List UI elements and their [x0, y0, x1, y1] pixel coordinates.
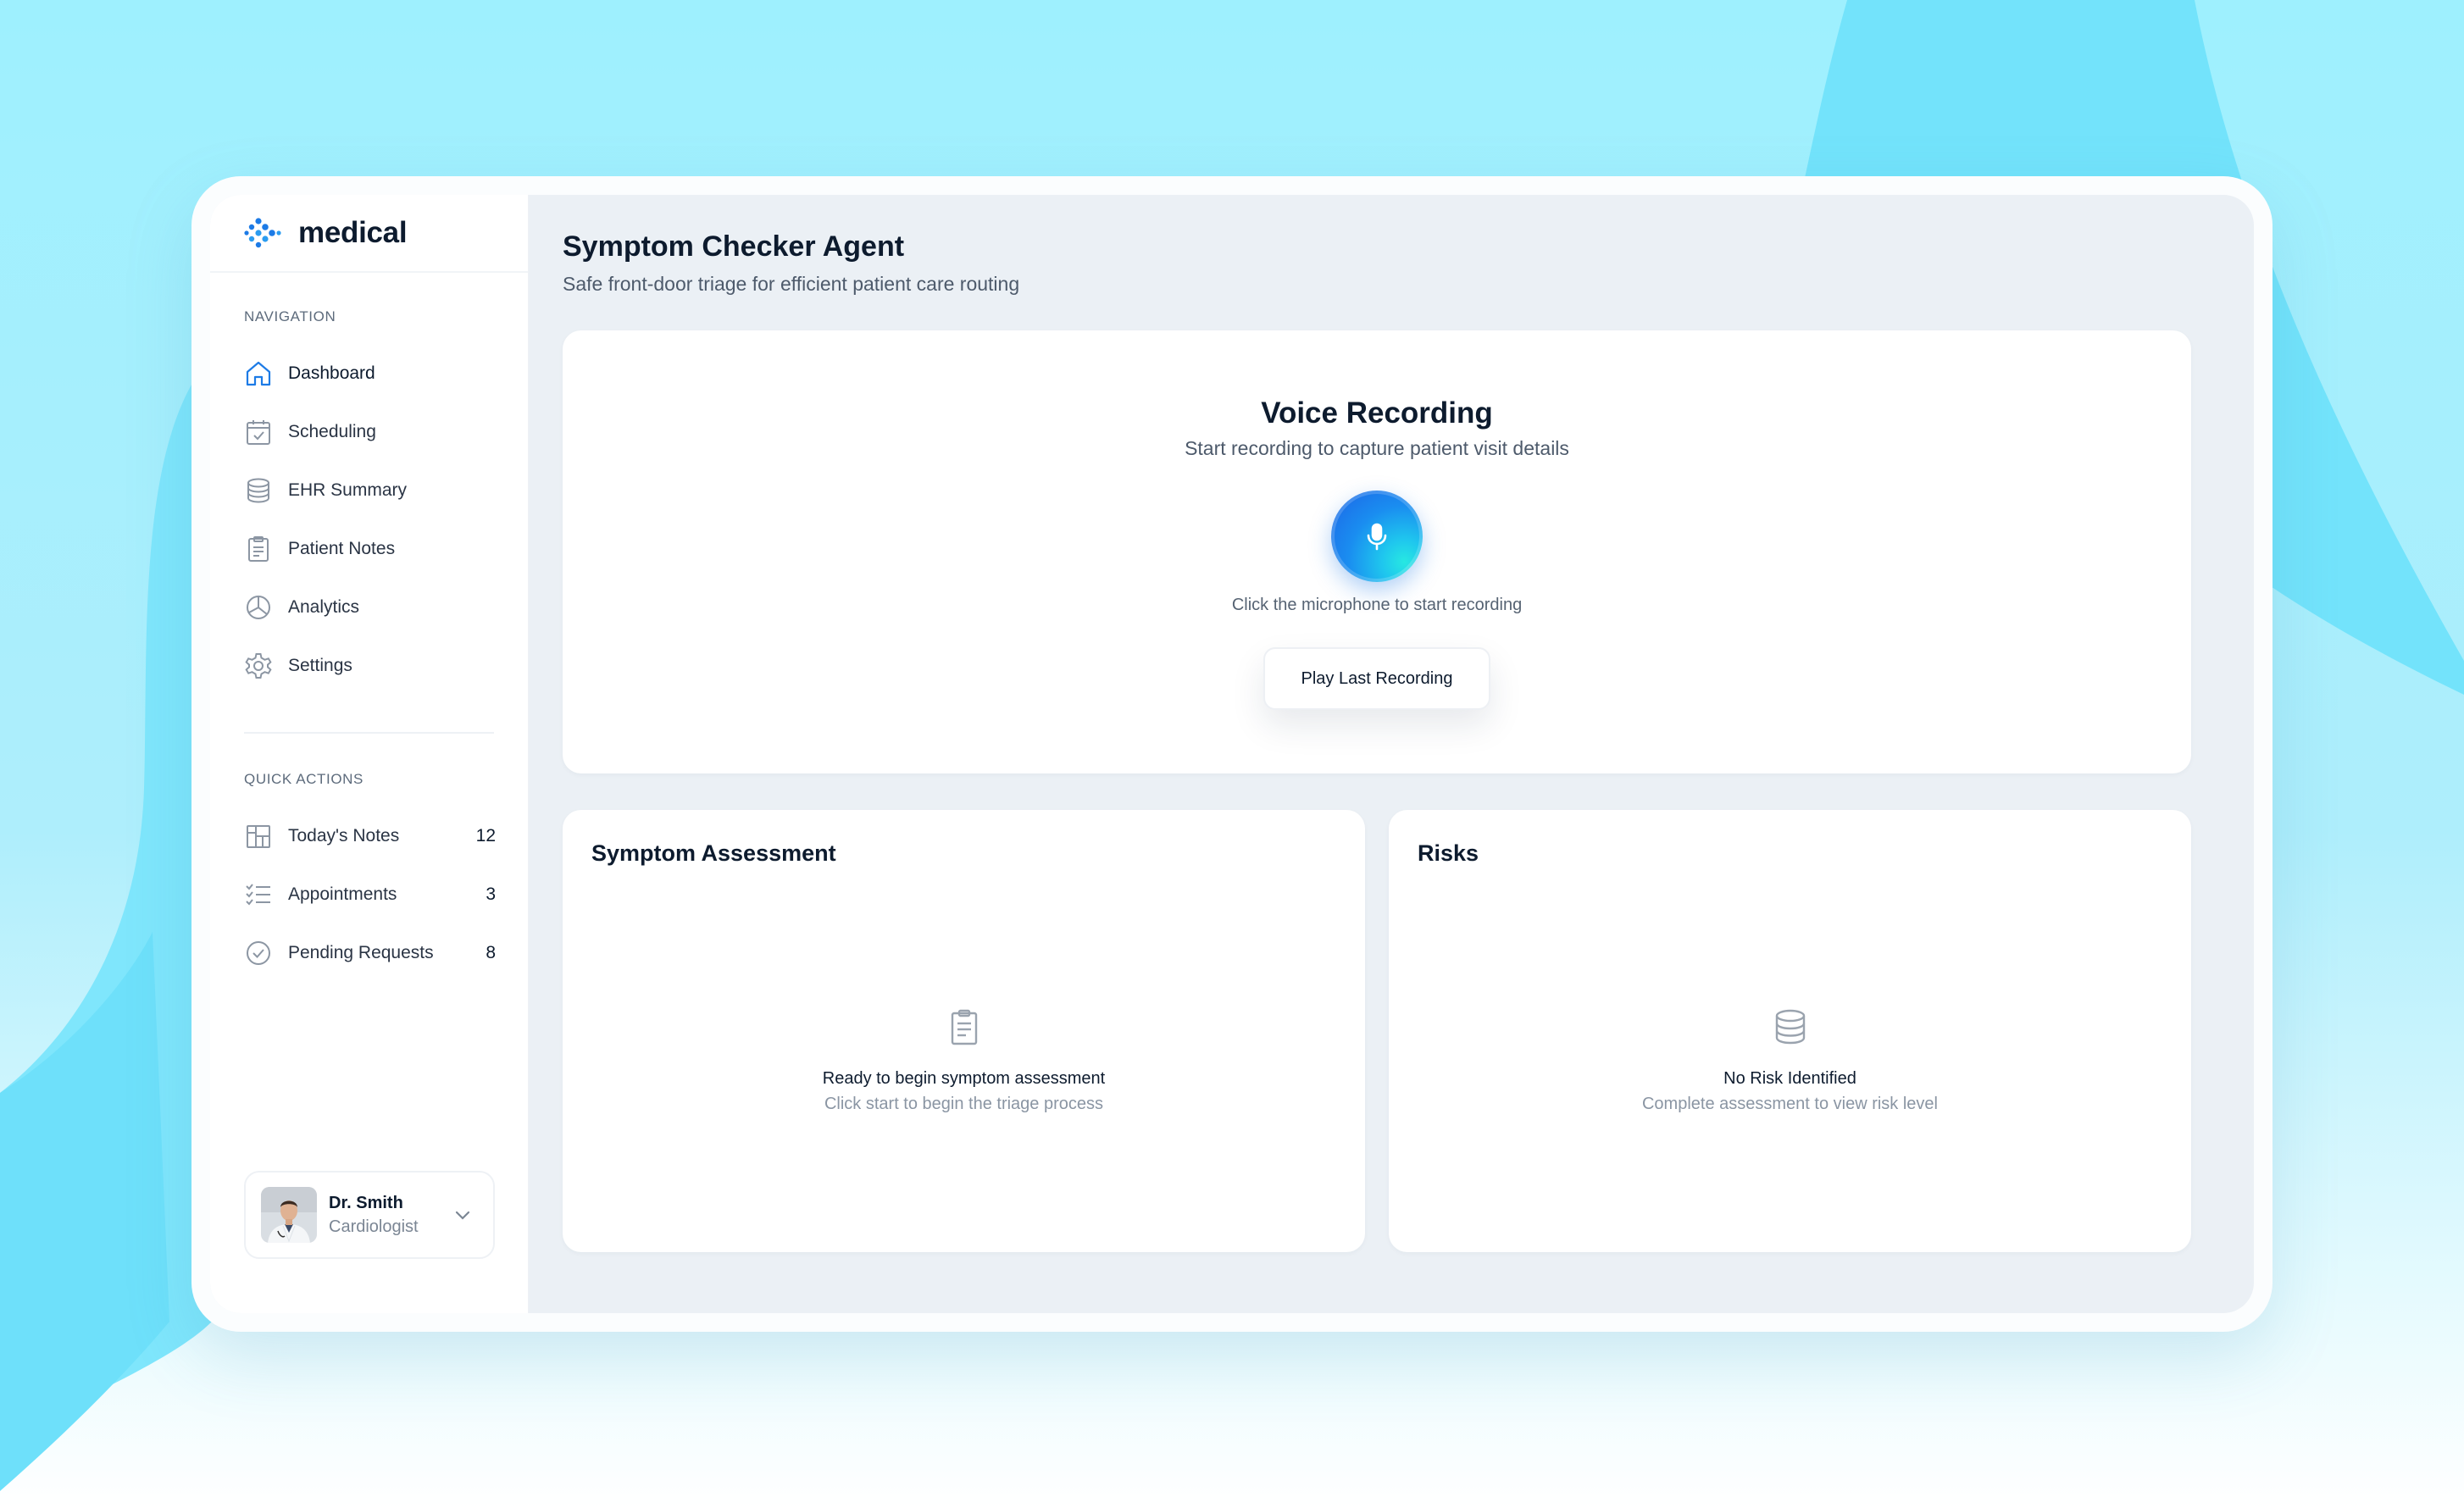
layout-icon	[247, 824, 270, 848]
calendar-check-icon	[247, 419, 270, 445]
risks-empty-subtitle: Complete assessment to view risk level	[1641, 1095, 1938, 1113]
voice-recording-card: Voice Recording Start recording to captu…	[563, 330, 2191, 773]
sidebar-item-label: Analytics	[288, 596, 360, 617]
user-info: Dr. Smith Cardiologist	[329, 1194, 451, 1237]
microphone-button[interactable]	[1331, 491, 1423, 582]
navigation: Dashboard Scheduling EHR Summary Patient…	[210, 344, 528, 695]
sidebar-item-label: EHR Summary	[288, 480, 408, 500]
gear-icon	[245, 652, 272, 679]
sidebar-item-label: Settings	[288, 655, 352, 675]
sidebar-item-analytics[interactable]: Analytics	[210, 578, 528, 636]
quick-action-appointments[interactable]: Appointments 3	[210, 865, 528, 923]
clipboard-icon	[248, 535, 269, 562]
device-frame: medical NAVIGATION Dashboard Scheduling …	[191, 176, 2273, 1332]
dots-logo-icon	[244, 218, 281, 248]
sidebar-divider	[244, 732, 494, 734]
clipboard-icon	[951, 1009, 977, 1045]
database-icon	[1775, 1009, 1805, 1045]
symptom-assessment-card: Symptom Assessment Ready to begin sympto…	[563, 810, 1365, 1252]
avatar	[261, 1187, 317, 1243]
quick-actions: Today's Notes 12 Appointments 3 Pending …	[210, 807, 528, 982]
sidebar-item-dashboard[interactable]: Dashboard	[210, 344, 528, 402]
sidebar-item-settings[interactable]: Settings	[210, 636, 528, 695]
risks-empty-title: No Risk Identified	[1723, 1069, 1856, 1088]
risks-card: Risks No Risk Identified Complete assess…	[1389, 810, 2191, 1252]
sidebar: medical NAVIGATION Dashboard Scheduling …	[210, 195, 529, 1313]
page-subtitle: Safe front-door triage for efficient pat…	[563, 273, 1020, 295]
user-name: Dr. Smith	[329, 1193, 403, 1212]
quick-action-count: 8	[486, 942, 496, 962]
assessment-empty-subtitle: Click start to begin the triage process	[824, 1095, 1104, 1113]
database-icon	[247, 478, 269, 503]
sidebar-item-label: Patient Notes	[288, 538, 396, 558]
quick-action-count: 12	[475, 825, 496, 845]
brand-name: medical	[298, 216, 408, 249]
voice-recording-subtitle: Start recording to capture patient visit…	[1185, 437, 1569, 459]
assessment-empty-title: Ready to begin symptom assessment	[822, 1069, 1106, 1088]
pie-chart-icon	[247, 595, 270, 619]
sidebar-item-label: Dashboard	[288, 363, 375, 383]
quick-action-label: Appointments	[288, 884, 397, 904]
chevron-down-icon	[455, 1211, 470, 1220]
home-icon	[246, 361, 271, 385]
sidebar-item-patient-notes[interactable]: Patient Notes	[210, 519, 528, 578]
brand[interactable]: medical	[210, 195, 528, 273]
microphone-icon	[1367, 523, 1387, 551]
symptom-assessment-title: Symptom Assessment	[591, 840, 836, 866]
sidebar-item-scheduling[interactable]: Scheduling	[210, 402, 528, 461]
risks-title: Risks	[1418, 840, 1479, 866]
main-content: Symptom Checker Agent Safe front-door tr…	[529, 195, 2254, 1313]
sidebar-item-ehr-summary[interactable]: EHR Summary	[210, 461, 528, 519]
voice-recording-title: Voice Recording	[1261, 396, 1493, 430]
quick-action-label: Pending Requests	[288, 942, 434, 962]
microphone-hint: Click the microphone to start recording	[1231, 596, 1523, 614]
quick-action-label: Today's Notes	[288, 825, 400, 845]
user-role: Cardiologist	[329, 1217, 419, 1236]
sidebar-item-label: Scheduling	[288, 421, 376, 441]
quick-actions-label: QUICK ACTIONS	[244, 771, 363, 787]
quick-action-todays-notes[interactable]: Today's Notes 12	[210, 807, 528, 865]
navigation-label: NAVIGATION	[244, 308, 336, 324]
user-profile-menu[interactable]: Dr. Smith Cardiologist	[244, 1171, 495, 1259]
app-screen: medical NAVIGATION Dashboard Scheduling …	[210, 195, 2254, 1313]
page-title: Symptom Checker Agent	[563, 230, 905, 263]
quick-action-count: 3	[486, 884, 496, 904]
quick-action-pending-requests[interactable]: Pending Requests 8	[210, 923, 528, 982]
checklist-icon	[246, 883, 270, 905]
play-last-recording-button[interactable]: Play Last Recording	[1263, 647, 1490, 710]
check-circle-icon	[247, 940, 270, 965]
